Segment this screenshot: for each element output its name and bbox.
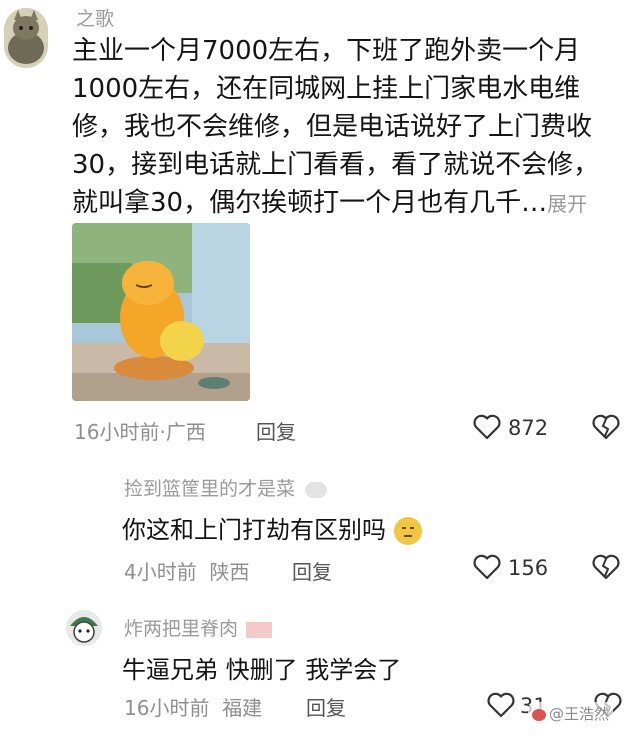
reply-button[interactable]: 回复: [256, 416, 296, 445]
reply-username[interactable]: 捡到篮筐里的才是菜: [124, 474, 328, 501]
reply-button[interactable]: 回复: [292, 556, 332, 585]
reply-meta: 4小时前 陕西: [124, 556, 249, 585]
reply-location: 福建: [222, 696, 263, 720]
comment-time: 16小时前: [74, 420, 160, 444]
reply-time: 16小时前: [124, 696, 210, 720]
comment-location: 广西: [165, 420, 206, 444]
comment-body: 主业一个月7000左右，下班了跑外卖一个月 1000左右，还在同城网上挂上门家电…: [72, 32, 632, 223]
comment-line: 30，接到电话就上门看看，看了就说不会修，: [72, 150, 600, 180]
broken-heart-icon[interactable]: [592, 554, 620, 580]
reply-text: 你这和上门打劫有区别吗: [122, 510, 422, 545]
weibo-logo-icon: [532, 708, 546, 721]
broken-heart-icon[interactable]: [592, 414, 620, 440]
reply-meta: 16小时前 福建: [124, 692, 262, 721]
badge-icon: [305, 481, 328, 498]
comment-line: 主业一个月7000左右，下班了跑外卖一个月: [72, 36, 581, 66]
comment-line-truncated: 就叫拿30，偶尔挨顿打一个月也有几千…: [72, 188, 548, 218]
comment-line: 修，我也不会维修，但是电话说好了上门费收: [72, 112, 593, 142]
reply-text: 牛逼兄弟 快删了 我学会了: [122, 656, 402, 684]
comment-meta: 16小时前·广西: [74, 420, 206, 444]
user-avatar[interactable]: [70, 472, 98, 500]
like-count: 156: [508, 556, 549, 580]
user-avatar[interactable]: [66, 610, 102, 646]
reply-button[interactable]: 回复: [306, 692, 346, 721]
reply-location: 陕西: [209, 560, 250, 584]
comment-line: 1000左右，还在同城网上挂上门家电水电维: [72, 74, 581, 104]
comment-line: 就叫拿30，偶尔挨顿打一个月也有几千…展开: [72, 184, 632, 223]
reply-username[interactable]: 炸两把里脊肉: [124, 614, 273, 641]
reply-time: 4小时前: [124, 560, 197, 584]
expand-button[interactable]: 展开: [547, 192, 587, 216]
comment-sticker-image[interactable]: [72, 223, 250, 401]
badge-icon: [246, 621, 273, 638]
emoji-icon: [393, 517, 422, 545]
watermark: @王浩然: [528, 702, 614, 725]
heart-outline-icon[interactable]: [473, 414, 501, 440]
user-avatar[interactable]: [4, 8, 48, 68]
like-count: 872: [508, 416, 549, 440]
comment-username[interactable]: 之歌: [76, 4, 114, 31]
heart-outline-icon[interactable]: [473, 554, 501, 580]
heart-outline-icon[interactable]: [487, 692, 515, 718]
